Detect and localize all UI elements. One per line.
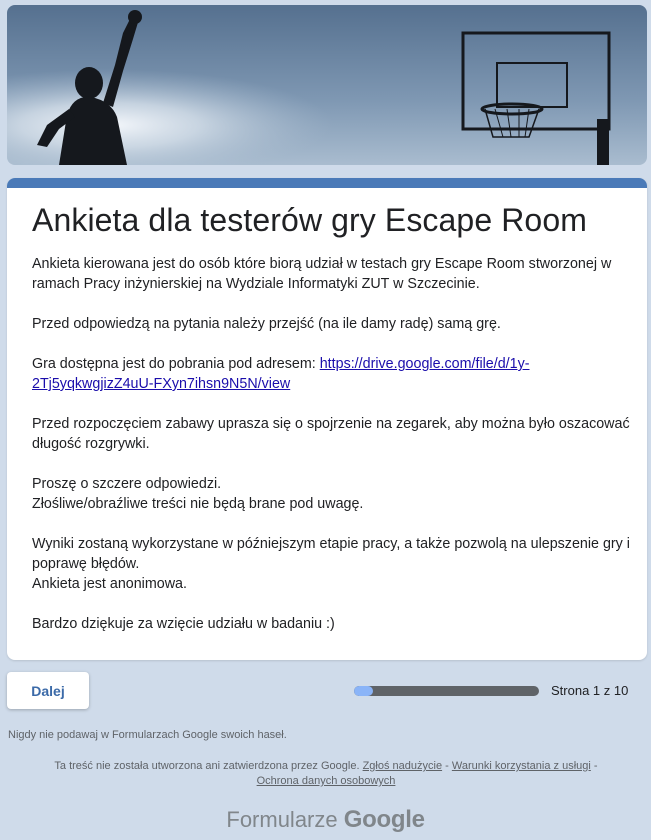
brand-prefix: Formularze <box>226 807 338 832</box>
form-description: Ankieta kierowana jest do osób które bio… <box>32 254 632 654</box>
brand-google: Google <box>343 806 425 833</box>
card-accent-bar <box>7 178 647 188</box>
description-line: Ankieta jest anonimowa. <box>32 576 187 592</box>
progress-bar <box>354 686 539 696</box>
description-paragraph: Ankieta kierowana jest do osób które bio… <box>32 256 612 292</box>
form-header-card: Ankieta dla testerów gry Escape Room Ank… <box>7 178 647 660</box>
header-banner-image <box>7 5 647 165</box>
description-paragraph: Wyniki zostaną wykorzystane w późniejszy… <box>32 534 632 594</box>
description-paragraph: Gra dostępna jest do pobrania pod adrese… <box>32 354 632 394</box>
download-prefix: Gra dostępna jest do pobrania pod adrese… <box>32 356 320 372</box>
report-abuse-link[interactable]: Zgłoś nadużycie <box>363 760 443 772</box>
description-paragraph: Przed odpowiedzą na pytania należy przej… <box>32 316 501 332</box>
google-forms-logo[interactable]: Formularze Google <box>0 806 651 834</box>
next-button[interactable]: Dalej <box>7 672 89 709</box>
password-warning: Nigdy nie podawaj w Formularzach Google … <box>8 729 287 741</box>
separator: - <box>442 760 452 772</box>
description-line: Wyniki zostaną wykorzystane w późniejszy… <box>32 536 630 572</box>
description-paragraph: Proszę o szczere odpowiedzi. Złośliwe/obr… <box>32 474 632 514</box>
disclaimer-text: Ta treść nie została utworzona ani zatwi… <box>54 760 363 772</box>
page-indicator: Strona 1 z 10 <box>551 683 629 698</box>
basketball-banner-illustration <box>7 5 647 165</box>
privacy-link[interactable]: Ochrona danych osobowych <box>257 775 396 787</box>
separator: - <box>590 760 598 772</box>
description-line: Proszę o szczere odpowiedzi. <box>32 476 222 492</box>
description-line: Złośliwe/obraźliwe treści nie będą brane… <box>32 496 364 512</box>
description-paragraph: Przed rozpoczęciem zabawy uprasza się o … <box>32 416 630 452</box>
footer-disclaimer: Ta treść nie została utworzona ani zatwi… <box>20 759 632 789</box>
description-paragraph: Bardzo dziękuje za wzięcie udziału w bad… <box>32 616 335 632</box>
form-title: Ankieta dla testerów gry Escape Room <box>32 202 587 238</box>
terms-link[interactable]: Warunki korzystania z usługi <box>452 760 591 772</box>
progress-bar-fill <box>354 686 373 696</box>
